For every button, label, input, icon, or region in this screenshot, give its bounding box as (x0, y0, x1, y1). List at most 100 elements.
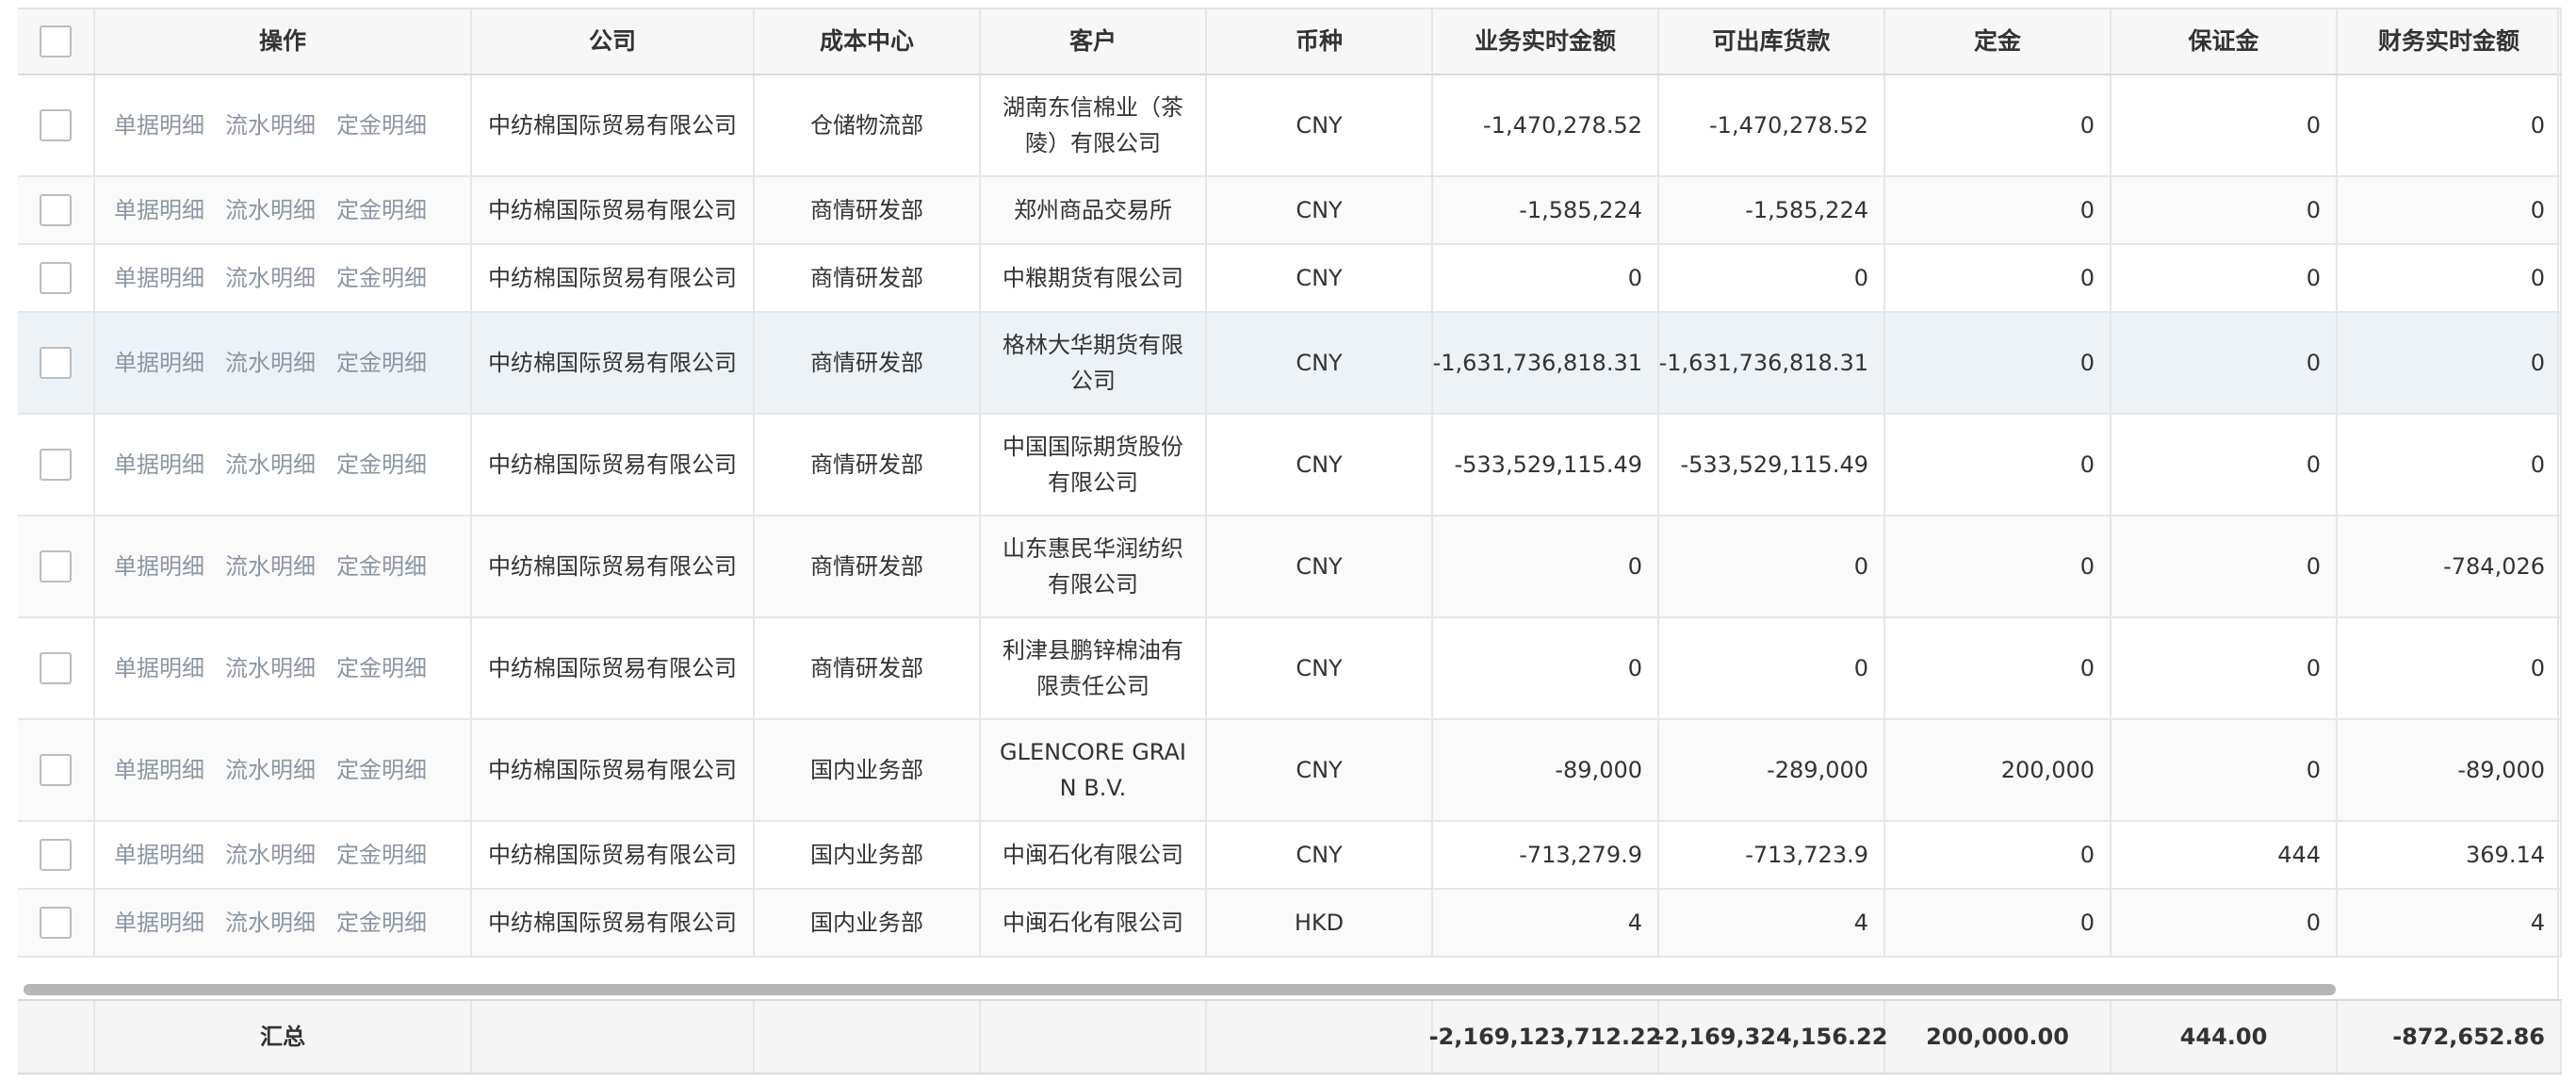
flow-detail-link[interactable]: 流水明细 (225, 905, 316, 941)
cell-operations: 单据明细 流水明细 定金明细 (95, 516, 472, 616)
table-row: 单据明细 流水明细 定金明细 中纺棉国际贸易有限公司 商情研发部 郑州商品交易所 CNY -1… (18, 177, 2562, 245)
document-detail-link[interactable]: 单据明细 (114, 260, 204, 296)
header-currency: 币种 (1207, 9, 1433, 74)
document-detail-link[interactable]: 单据明细 (114, 837, 204, 873)
cell-available-outbound-payment: -1,470,278.52 (1659, 75, 1885, 175)
cell-business-realtime-amount: 0 (1433, 618, 1659, 718)
header-cost-center: 成本中心 (755, 9, 981, 74)
flow-detail-link[interactable]: 流水明细 (225, 752, 316, 788)
row-select-cell[interactable] (18, 313, 95, 413)
row-checkbox[interactable] (40, 550, 72, 582)
document-detail-link[interactable]: 单据明细 (114, 192, 204, 228)
cell-available-outbound-payment: 4 (1659, 890, 1885, 956)
row-select-cell[interactable] (18, 75, 95, 175)
document-detail-link[interactable]: 单据明细 (114, 549, 204, 584)
cell-company: 中纺棉国际贸易有限公司 (472, 313, 755, 413)
flow-detail-link[interactable]: 流水明细 (225, 837, 316, 873)
table-header: 操作 公司 成本中心 客户 币种 业务实时金额 可出库货款 定金 保证金 财务实时金额 (18, 8, 2562, 75)
header-customer: 客户 (981, 9, 1207, 74)
cell-finance-realtime-amount: -89,000 (2338, 720, 2562, 820)
cell-finance-realtime-amount: 0 (2338, 245, 2562, 311)
row-checkbox[interactable] (40, 109, 72, 141)
deposit-detail-link[interactable]: 定金明细 (336, 192, 427, 228)
flow-detail-link[interactable]: 流水明细 (225, 107, 316, 143)
cell-deposit: 0 (1885, 245, 2111, 311)
document-detail-link[interactable]: 单据明细 (114, 752, 204, 788)
document-detail-link[interactable]: 单据明细 (114, 107, 204, 143)
flow-detail-link[interactable]: 流水明细 (225, 650, 316, 686)
cell-cost-center: 国内业务部 (755, 720, 981, 820)
cell-currency: CNY (1207, 720, 1433, 820)
cell-company: 中纺棉国际贸易有限公司 (472, 720, 755, 820)
document-detail-link[interactable]: 单据明细 (114, 447, 204, 483)
cell-operations: 单据明细 流水明细 定金明细 (95, 415, 472, 515)
flow-detail-link[interactable]: 流水明细 (225, 549, 316, 584)
deposit-detail-link[interactable]: 定金明细 (336, 752, 427, 788)
table-row: 单据明细 流水明细 定金明细 中纺棉国际贸易有限公司 国内业务部 GLENCORE GRA… (18, 720, 2562, 822)
table-row: 单据明细 流水明细 定金明细 中纺棉国际贸易有限公司 仓储物流部 湖南东信棉业（茶陵）有限… (18, 75, 2562, 177)
deposit-detail-link[interactable]: 定金明细 (336, 260, 427, 296)
cell-cost-center: 国内业务部 (755, 890, 981, 956)
cell-finance-realtime-amount: 0 (2338, 177, 2562, 243)
cell-margin: 0 (2111, 245, 2338, 311)
row-checkbox[interactable] (40, 262, 72, 294)
flow-detail-link[interactable]: 流水明细 (225, 192, 316, 228)
row-checkbox[interactable] (40, 652, 72, 684)
cell-customer: 山东惠民华润纺织有限公司 (981, 516, 1207, 616)
deposit-detail-link[interactable]: 定金明细 (336, 549, 427, 584)
cell-available-outbound-payment: -289,000 (1659, 720, 1885, 820)
deposit-detail-link[interactable]: 定金明细 (336, 107, 427, 143)
document-detail-link[interactable]: 单据明细 (114, 650, 204, 686)
cell-cost-center: 国内业务部 (755, 822, 981, 888)
cell-business-realtime-amount: -1,470,278.52 (1433, 75, 1659, 175)
row-checkbox[interactable] (40, 754, 72, 786)
cell-company: 中纺棉国际贸易有限公司 (472, 822, 755, 888)
row-checkbox[interactable] (40, 194, 72, 226)
header-select-all[interactable] (18, 9, 95, 74)
cell-margin: 0 (2111, 516, 2338, 616)
row-select-cell[interactable] (18, 177, 95, 243)
cell-business-realtime-amount: -713,279.9 (1433, 822, 1659, 888)
row-select-cell[interactable] (18, 415, 95, 515)
table-row: 单据明细 流水明细 定金明细 中纺棉国际贸易有限公司 国内业务部 中闽石化有限公司 HKD 4… (18, 890, 2562, 958)
cell-cost-center: 商情研发部 (755, 618, 981, 718)
deposit-detail-link[interactable]: 定金明细 (336, 905, 427, 941)
row-select-cell[interactable] (18, 618, 95, 718)
cell-currency: HKD (1207, 890, 1433, 956)
cell-business-realtime-amount: 0 (1433, 245, 1659, 311)
row-checkbox[interactable] (40, 907, 72, 939)
cell-business-realtime-amount: -1,631,736,818.31 (1433, 313, 1659, 413)
cell-operations: 单据明细 流水明细 定金明细 (95, 822, 472, 888)
flow-detail-link[interactable]: 流水明细 (225, 345, 316, 381)
row-checkbox[interactable] (40, 449, 72, 481)
total-cell-business-realtime-amount: -2,169,123,712.22 (1429, 1001, 1661, 1073)
table-row: 单据明细 流水明细 定金明细 中纺棉国际贸易有限公司 国内业务部 中闽石化有限公司 CNY -… (18, 822, 2562, 890)
cell-available-outbound-payment: -1,585,224 (1659, 177, 1885, 243)
row-select-cell[interactable] (18, 822, 95, 888)
cell-deposit: 0 (1885, 177, 2111, 243)
deposit-detail-link[interactable]: 定金明细 (336, 837, 427, 873)
document-detail-link[interactable]: 单据明细 (114, 905, 204, 941)
deposit-detail-link[interactable]: 定金明细 (336, 345, 427, 381)
cell-finance-realtime-amount: -784,026 (2338, 516, 2562, 616)
row-select-cell[interactable] (18, 890, 95, 956)
row-select-cell[interactable] (18, 516, 95, 616)
cell-deposit: 0 (1885, 618, 2111, 718)
row-checkbox[interactable] (40, 347, 72, 379)
cell-margin: 444 (2111, 822, 2338, 888)
row-select-cell[interactable] (18, 720, 95, 820)
cell-cost-center: 商情研发部 (755, 177, 981, 243)
deposit-detail-link[interactable]: 定金明细 (336, 447, 427, 483)
row-select-cell[interactable] (18, 245, 95, 311)
document-detail-link[interactable]: 单据明细 (114, 345, 204, 381)
table-row: 单据明细 流水明细 定金明细 中纺棉国际贸易有限公司 商情研发部 中粮期货有限公司 CNY 0… (18, 245, 2562, 313)
flow-detail-link[interactable]: 流水明细 (225, 260, 316, 296)
cell-currency: CNY (1207, 177, 1433, 243)
horizontal-scrollbar-thumb[interactable] (24, 984, 2336, 995)
select-all-checkbox[interactable] (40, 25, 72, 57)
cell-finance-realtime-amount: 0 (2338, 618, 2562, 718)
table-row: 单据明细 流水明细 定金明细 中纺棉国际贸易有限公司 商情研发部 利津县鹏锌棉油有限责任公… (18, 618, 2562, 720)
flow-detail-link[interactable]: 流水明细 (225, 447, 316, 483)
deposit-detail-link[interactable]: 定金明细 (336, 650, 427, 686)
row-checkbox[interactable] (40, 839, 72, 871)
